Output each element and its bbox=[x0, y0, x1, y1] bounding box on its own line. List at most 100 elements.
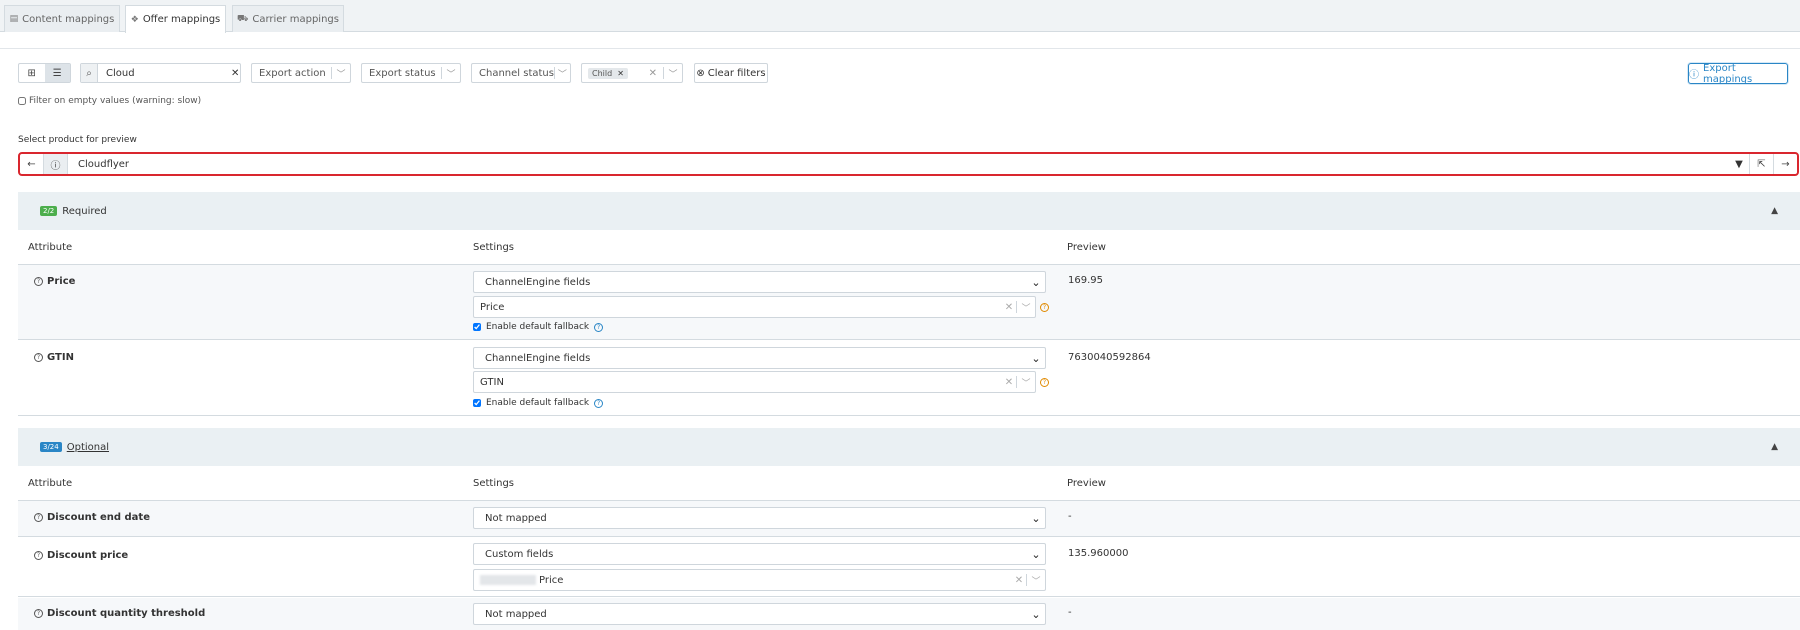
chevron-down-icon[interactable]: ▼ bbox=[1729, 159, 1749, 170]
source-select[interactable]: Custom fields ⌄ bbox=[473, 543, 1046, 565]
required-section-title: Required bbox=[62, 205, 107, 217]
required-section-header[interactable]: 2/2 Required ▲ bbox=[18, 192, 1800, 230]
export-status-label: Export status bbox=[369, 67, 436, 79]
chip-label: Child bbox=[592, 68, 613, 78]
export-mappings-button[interactable]: ⓘ Export mappings bbox=[1688, 63, 1788, 85]
help-icon[interactable]: ? bbox=[594, 322, 604, 332]
list-view-icon: ☰ bbox=[52, 67, 62, 79]
tab-label: Content mappings bbox=[22, 13, 115, 25]
chevron-down-icon: ﹀ bbox=[446, 69, 456, 80]
source-value: Custom fields bbox=[485, 548, 554, 560]
grid-view-button[interactable]: ⊞ bbox=[19, 64, 45, 82]
attribute-label: Price bbox=[47, 276, 76, 287]
attribute-label: GTIN bbox=[47, 352, 74, 363]
list-view-button[interactable]: ☰ bbox=[44, 64, 70, 82]
fallback-checkbox[interactable] bbox=[473, 399, 481, 407]
preview-value: - bbox=[1068, 511, 1072, 522]
channel-status-select[interactable]: Channel status ﹀ bbox=[471, 63, 571, 83]
help-icon[interactable]: ? bbox=[34, 551, 43, 560]
source-select[interactable]: ChannelEngine fields ⌄ bbox=[473, 347, 1046, 369]
field-value-wrap: Price bbox=[474, 574, 1012, 586]
source-select[interactable]: ChannelEngine fields ⌄ bbox=[473, 271, 1046, 293]
optional-section-title[interactable]: Optional bbox=[67, 442, 109, 453]
collapse-icon[interactable]: ▲ bbox=[1771, 442, 1778, 452]
collapse-icon[interactable]: ▲ bbox=[1771, 206, 1778, 216]
optional-section-header[interactable]: 3/24 Optional ▲ bbox=[18, 428, 1800, 466]
table-row: ? Discount end date Not mapped ⌄ - bbox=[18, 501, 1800, 537]
field-select[interactable]: Price ✕ ﹀ bbox=[473, 569, 1046, 591]
source-select[interactable]: Not mapped ⌄ bbox=[473, 507, 1046, 529]
view-toggle: ⊞ ☰ bbox=[18, 63, 71, 83]
attribute-name: ? Discount price bbox=[34, 550, 128, 561]
truck-icon: ⛟ bbox=[237, 13, 249, 24]
table-row: ? Discount quantity threshold Not mapped ⌄… bbox=[18, 598, 1800, 630]
col-preview: Preview bbox=[1067, 242, 1106, 253]
arrow-right-icon: → bbox=[1781, 158, 1790, 170]
source-value: ChannelEngine fields bbox=[485, 352, 591, 364]
product-select-value[interactable]: Cloudflyer bbox=[68, 159, 1729, 170]
fallback-checkbox-row[interactable]: Enable default fallback? bbox=[473, 398, 604, 408]
attribute-label: Discount quantity threshold bbox=[47, 608, 206, 619]
grid-view-icon: ⊞ bbox=[27, 67, 36, 79]
help-icon[interactable]: ? bbox=[34, 277, 43, 286]
tab-offer-mappings[interactable]: ❖ Offer mappings bbox=[125, 5, 226, 33]
help-icon[interactable]: ? bbox=[34, 609, 43, 618]
col-attribute: Attribute bbox=[28, 242, 73, 253]
grid-icon: ▤ bbox=[9, 14, 19, 24]
source-value: Not mapped bbox=[485, 608, 547, 620]
attribute-name: ? Price bbox=[34, 276, 75, 287]
tab-carrier-mappings[interactable]: ⛟ Carrier mappings bbox=[232, 5, 344, 32]
field-value: GTIN bbox=[480, 376, 504, 388]
clear-icon[interactable]: ✕ bbox=[1012, 575, 1026, 586]
product-help-button[interactable]: ⓘ bbox=[44, 154, 68, 174]
fallback-checkbox[interactable] bbox=[473, 323, 481, 331]
export-action-select[interactable]: Export action ﹀ bbox=[251, 63, 351, 83]
fallback-checkbox-row[interactable]: Enable default fallback? bbox=[473, 322, 604, 332]
help-icon[interactable]: ? bbox=[34, 353, 43, 362]
required-column-header: Attribute Settings Preview bbox=[18, 231, 1800, 265]
warning-icon[interactable]: ? bbox=[1040, 303, 1049, 312]
field-select[interactable]: Price ✕ ﹀ bbox=[473, 296, 1036, 318]
source-select[interactable]: Not mapped ⌄ bbox=[473, 603, 1046, 625]
child-filter-select[interactable]: Child ✕ ✕ ﹀ bbox=[581, 63, 683, 83]
preview-value: 169.95 bbox=[1068, 275, 1103, 286]
field-select[interactable]: GTIN ✕ ﹀ bbox=[473, 371, 1036, 393]
help-icon[interactable]: ? bbox=[594, 398, 604, 408]
clear-select-icon[interactable]: ✕ bbox=[649, 68, 657, 79]
help-icon[interactable]: ? bbox=[34, 513, 43, 522]
attribute-label: Discount price bbox=[47, 550, 129, 561]
clear-icon[interactable]: ✕ bbox=[1002, 302, 1016, 313]
redacted-text bbox=[480, 574, 536, 585]
export-status-select[interactable]: Export status ﹀ bbox=[361, 63, 461, 83]
table-row: ? Discount price Custom fields ⌄ Price ✕ ﹀ 1… bbox=[18, 538, 1800, 597]
filter-chip[interactable]: Child ✕ bbox=[588, 67, 628, 79]
remove-chip-icon[interactable]: ✕ bbox=[617, 69, 624, 78]
attribute-label: Discount end date bbox=[47, 512, 150, 523]
channel-status-label: Channel status bbox=[479, 67, 554, 79]
preview-value: 7630040592864 bbox=[1068, 352, 1151, 363]
col-settings: Settings bbox=[473, 478, 515, 489]
info-export-icon: ⓘ bbox=[1689, 70, 1699, 81]
divider bbox=[0, 48, 1800, 49]
clear-icon[interactable]: ✕ bbox=[1002, 377, 1016, 388]
chevron-down-icon: ﹀ bbox=[1021, 378, 1031, 389]
filter-empty-checkbox-row[interactable]: Filter on empty values (warning: slow) bbox=[18, 96, 201, 106]
chevron-down-icon: ⌄ bbox=[1031, 511, 1041, 525]
tag-icon: ❖ bbox=[130, 14, 139, 25]
search-icon: ⌕ bbox=[81, 64, 99, 82]
tab-label: Carrier mappings bbox=[252, 13, 339, 25]
tab-content-mappings[interactable]: ▤ Content mappings bbox=[4, 5, 120, 32]
chevron-down-icon: ⌄ bbox=[1031, 547, 1041, 561]
warning-icon[interactable]: ? bbox=[1040, 378, 1049, 387]
filter-empty-checkbox[interactable] bbox=[18, 97, 26, 105]
col-attribute: Attribute bbox=[28, 478, 73, 489]
next-product-button[interactable]: → bbox=[1773, 154, 1797, 174]
clear-filters-button[interactable]: ⊗ Clear filters bbox=[694, 63, 768, 83]
clear-search-icon[interactable]: ✕ bbox=[231, 68, 240, 79]
preview-value: 135.960000 bbox=[1068, 548, 1129, 559]
search-input[interactable] bbox=[98, 64, 232, 82]
prev-product-button[interactable]: ← bbox=[20, 154, 44, 174]
open-product-button[interactable]: ⇱ bbox=[1749, 154, 1773, 174]
help-icon: ⓘ bbox=[50, 160, 61, 172]
optional-column-header: Attribute Settings Preview bbox=[18, 467, 1800, 501]
